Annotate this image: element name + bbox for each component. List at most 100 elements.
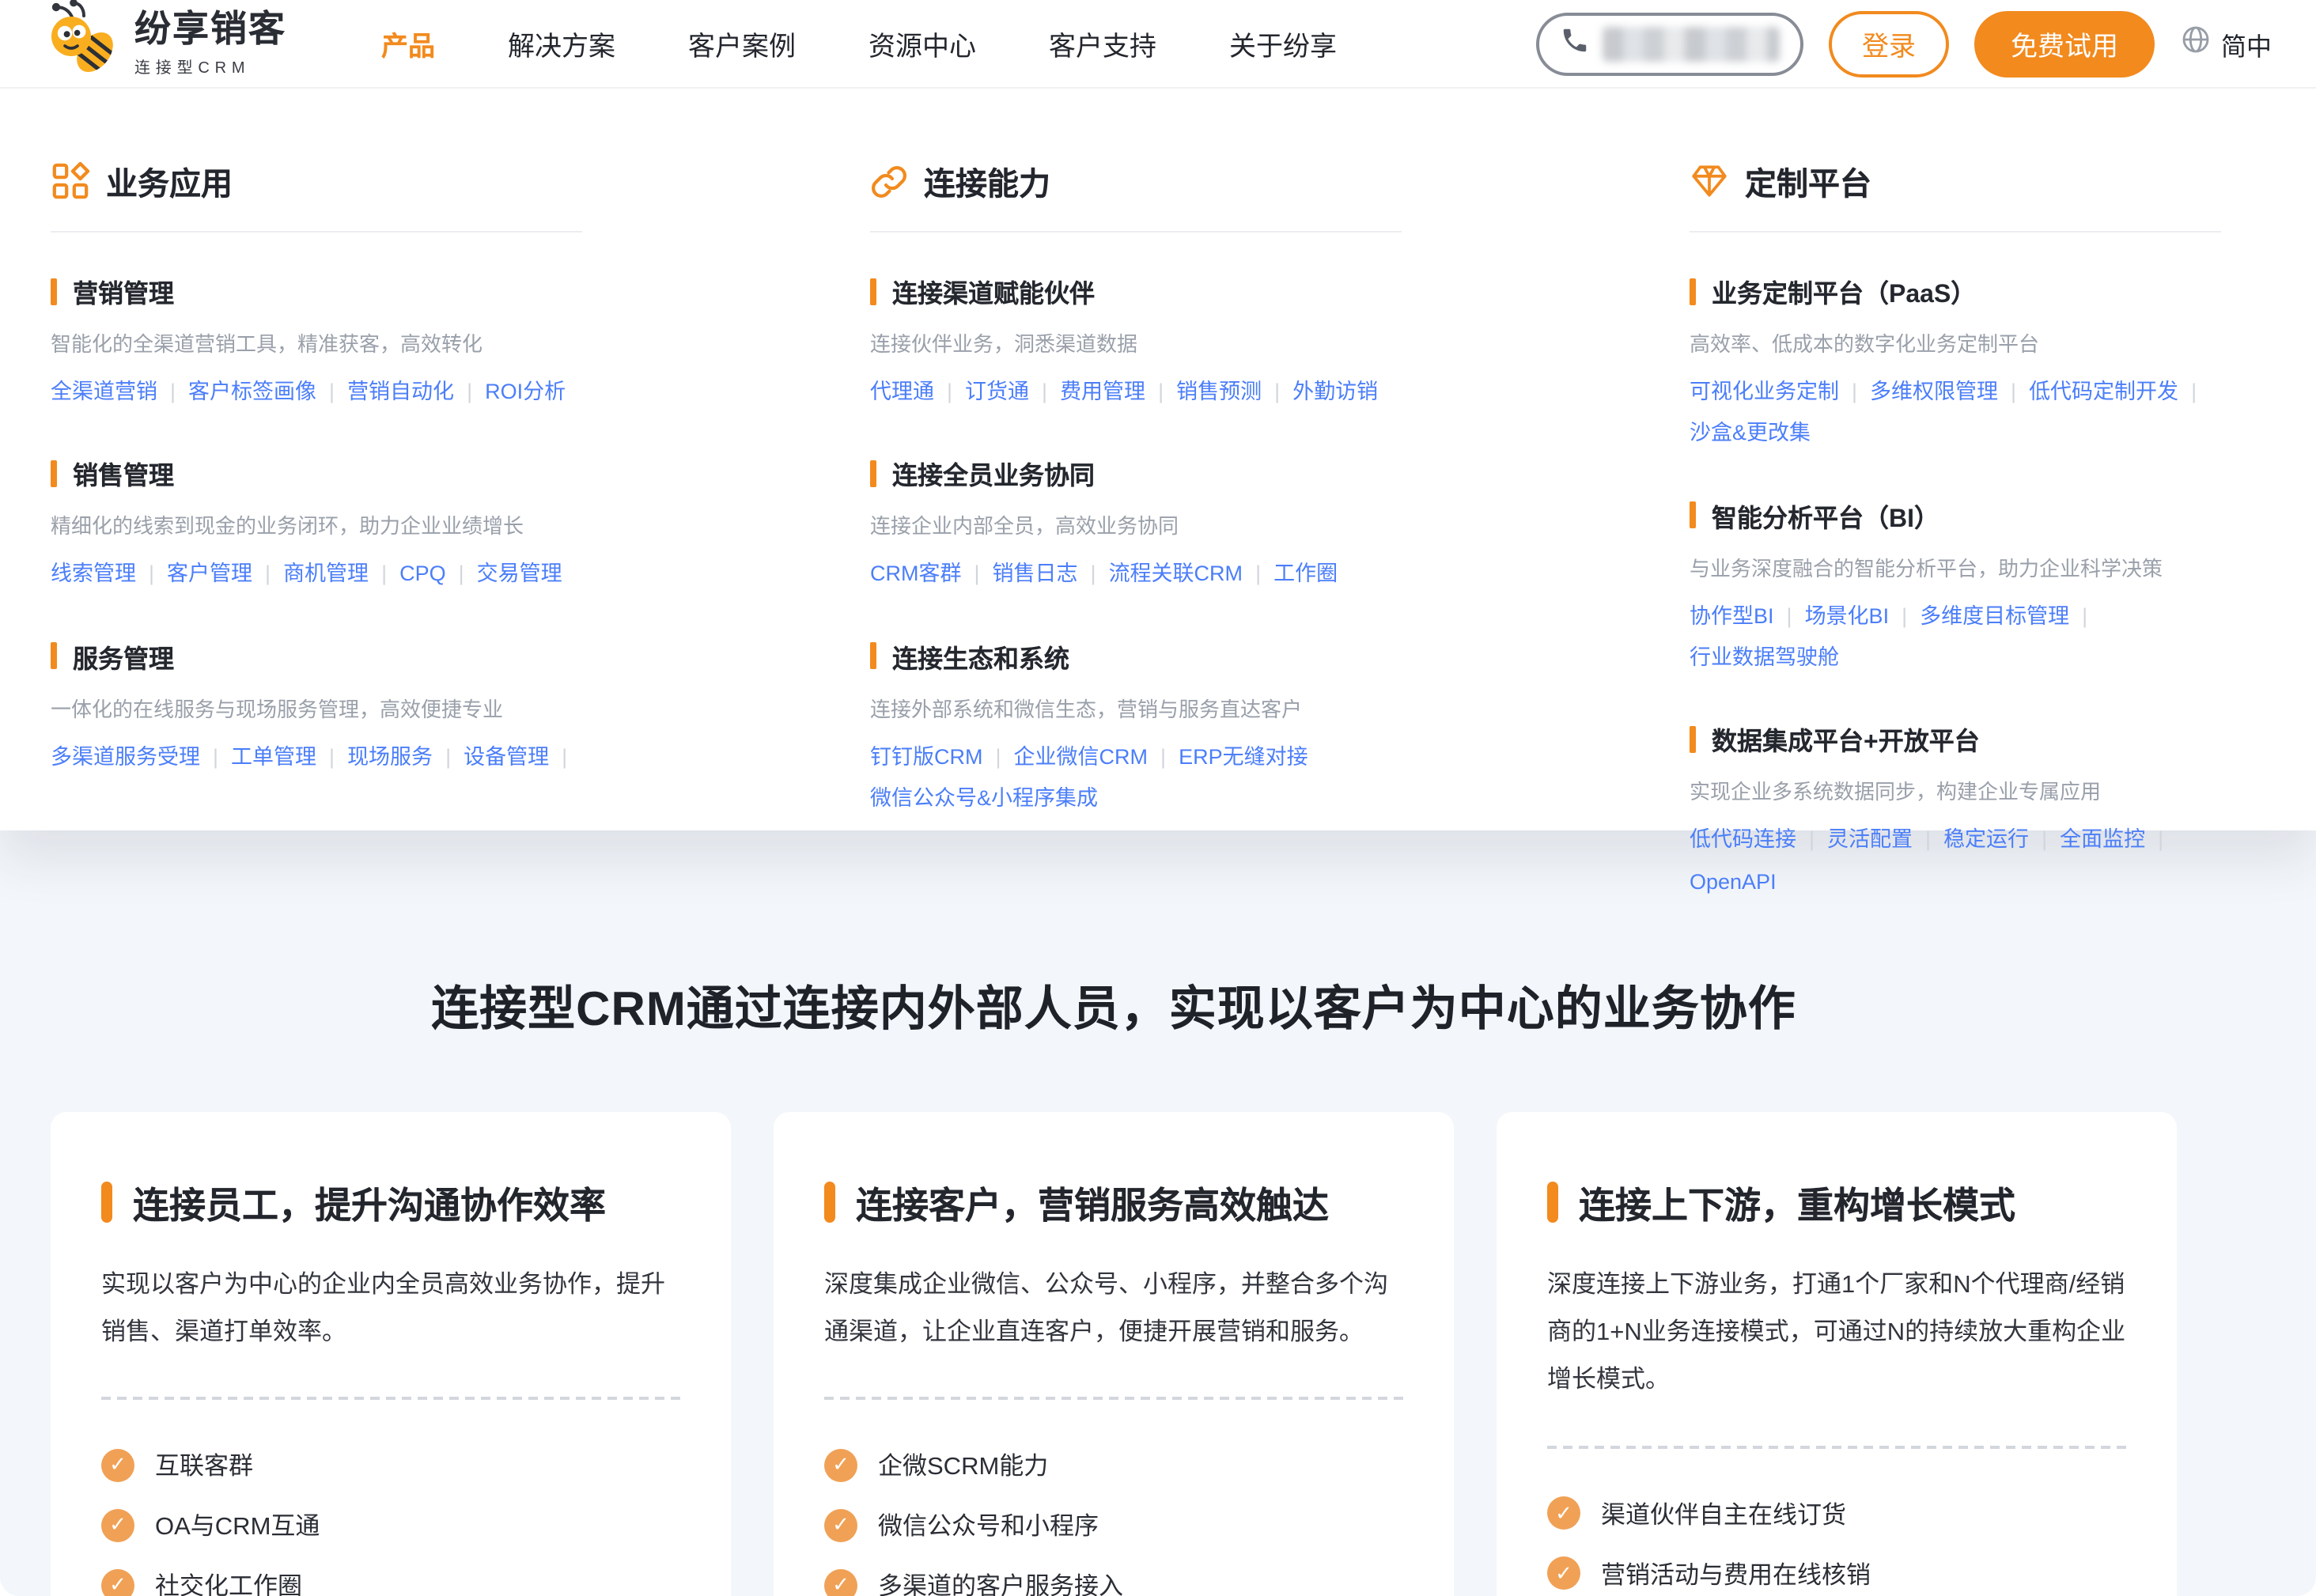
menu-link[interactable]: 现场服务 — [347, 744, 433, 768]
check-icon: ✓ — [824, 1509, 857, 1542]
menu-link[interactable]: 全渠道营销 — [51, 380, 157, 403]
menu-section-desc: 一体化的在线服务与现场服务管理，高效便捷专业 — [51, 692, 582, 722]
accent-bar — [1690, 726, 1696, 753]
language-switcher[interactable]: 简中 — [2180, 24, 2272, 63]
menu-link[interactable]: 企业微信CRM — [1014, 744, 1149, 768]
card-list-item: ✓渠道伙伴自主在线订货 — [1547, 1496, 2126, 1530]
menu-section-title[interactable]: 连接全员业务协同 — [870, 455, 1402, 493]
menu-link[interactable]: 代理通 — [870, 380, 934, 403]
menu-section-desc: 连接外部系统和微信生态，营销与服务直达客户 — [870, 692, 1402, 722]
card-list-item: ✓社交化工作圈 — [101, 1568, 680, 1596]
menu-link[interactable]: 沙盒&更改集 — [1690, 422, 1811, 445]
nav-item-3[interactable]: 客户案例 — [688, 24, 796, 63]
menu-section-desc: 与业务深度融合的智能分析平台，助力企业科学决策 — [1690, 551, 2221, 581]
menu-link[interactable]: CRM客群 — [870, 562, 962, 586]
menu-link[interactable]: 低代码定制开发 — [2029, 380, 2178, 403]
menu-link[interactable]: 费用管理 — [1060, 380, 1145, 403]
nav-item-2[interactable]: 解决方案 — [508, 24, 615, 63]
globe-icon — [2180, 24, 2212, 63]
separator: | — [1852, 380, 1857, 403]
menu-section-links: 多渠道服务受理|工单管理|现场服务|设备管理| — [51, 736, 582, 778]
menu-link[interactable]: 销售日志 — [993, 562, 1078, 586]
menu-section-title[interactable]: 营销管理 — [51, 272, 582, 310]
card-feature-list: ✓渠道伙伴自主在线订货✓营销活动与费用在线核销✓上下游深度协作 — [1547, 1496, 2126, 1596]
menu-link[interactable]: ROI分析 — [485, 380, 566, 403]
menu-section-title[interactable]: 服务管理 — [51, 637, 582, 675]
menu-link[interactable]: 交易管理 — [477, 562, 562, 586]
nav-item-5[interactable]: 客户支持 — [1049, 24, 1156, 63]
separator: | — [562, 744, 567, 768]
section-heading: 连接型CRM通过连接内外部人员，实现以客户为中心的业务协作 — [51, 970, 2177, 1039]
dashed-divider — [824, 1397, 1403, 1401]
card-desc: 深度连接上下游业务，打通1个厂家和N个代理商/经销商的1+N业务连接模式，可通过… — [1547, 1262, 2126, 1405]
menu-section-title[interactable]: 连接渠道赋能伙伴 — [870, 272, 1402, 310]
menu-link[interactable]: 灵活配置 — [1827, 828, 1913, 852]
menu-link[interactable]: 低代码连接 — [1690, 828, 1796, 852]
menu-link[interactable]: 工单管理 — [231, 744, 316, 768]
divider — [51, 231, 582, 233]
free-trial-button[interactable]: 免费试用 — [1974, 10, 2155, 77]
card-title: 连接上下游，重构增长模式 — [1579, 1175, 2015, 1229]
menu-link[interactable]: 设备管理 — [464, 744, 549, 768]
menu-link[interactable]: 订货通 — [965, 380, 1029, 403]
nav-item-1[interactable]: 产品 — [381, 24, 435, 63]
menu-section: 服务管理一体化的在线服务与现场服务管理，高效便捷专业多渠道服务受理|工单管理|现… — [51, 637, 582, 778]
menu-section-links: 线索管理|客户管理|商机管理|CPQ|交易管理 — [51, 554, 582, 596]
separator: | — [1160, 744, 1166, 768]
menu-link[interactable]: 可视化业务定制 — [1690, 380, 1839, 403]
menu-section-title[interactable]: 销售管理 — [51, 455, 582, 493]
menu-link[interactable]: 多维权限管理 — [1870, 380, 1998, 403]
phone-pill[interactable] — [1536, 12, 1803, 75]
nav-links: 产品 解决方案 客户案例 资源中心 客户支持 关于纷享 — [381, 24, 1337, 63]
menu-link[interactable]: 微信公众号&小程序集成 — [870, 786, 1098, 810]
menu-link[interactable]: 协作型BI — [1690, 603, 1774, 627]
card-list-item: ✓企微SCRM能力 — [824, 1448, 1403, 1483]
check-icon: ✓ — [101, 1449, 134, 1482]
gem-icon — [1690, 161, 1729, 201]
menu-link[interactable]: 流程关联CRM — [1109, 562, 1243, 586]
menu-section-title[interactable]: 智能分析平台（BI） — [1690, 496, 2221, 534]
menu-link[interactable]: CPQ — [399, 562, 446, 586]
menu-link[interactable]: 客户管理 — [167, 562, 252, 586]
nav-item-4[interactable]: 资源中心 — [868, 24, 976, 63]
grid-diamond-icon — [51, 161, 90, 201]
menu-section-title[interactable]: 数据集成平台+开放平台 — [1690, 720, 2221, 758]
menu-link[interactable]: 商机管理 — [283, 562, 369, 586]
card-title: 连接员工，提升沟通协作效率 — [133, 1175, 606, 1229]
menu-section-title[interactable]: 连接生态和系统 — [870, 637, 1402, 675]
brand-logo[interactable]: 纷享销客 连接型CRM — [47, 0, 286, 87]
menu-section: 连接渠道赋能伙伴连接伙伴业务，洞悉渠道数据代理通|订货通|费用管理|销售预测|外… — [870, 272, 1402, 414]
menu-link[interactable]: 多渠道服务受理 — [51, 744, 200, 768]
menu-link[interactable]: OpenAPI — [1690, 869, 1777, 893]
menu-link[interactable]: 客户标签画像 — [188, 380, 316, 403]
menu-column: 连接能力连接渠道赋能伙伴连接伙伴业务，洞悉渠道数据代理通|订货通|费用管理|销售… — [870, 158, 1402, 944]
accent-bar — [1690, 278, 1696, 304]
menu-link[interactable]: 营销自动化 — [347, 380, 454, 403]
menu-link[interactable]: ERP无缝对接 — [1179, 744, 1308, 768]
menu-column-title: 连接能力 — [924, 158, 1050, 204]
card-title-row: 连接员工，提升沟通协作效率 — [101, 1175, 680, 1229]
menu-link[interactable]: 全面监控 — [2060, 828, 2145, 852]
menu-link[interactable]: 稳定运行 — [1943, 828, 2029, 852]
menu-link[interactable]: 场景化BI — [1805, 603, 1890, 627]
feature-card: 连接客户，营销服务高效触达深度集成企业微信、公众号、小程序，并整合多个沟通渠道，… — [774, 1112, 1454, 1596]
menu-section-links: 代理通|订货通|费用管理|销售预测|外勤访销 — [870, 372, 1402, 414]
check-icon: ✓ — [824, 1449, 857, 1482]
menu-link[interactable]: 外勤访销 — [1292, 380, 1378, 403]
card-desc: 实现以客户为中心的企业内全员高效业务协作，提升销售、渠道打单效率。 — [101, 1262, 680, 1358]
menu-link[interactable]: 钉钉版CRM — [870, 744, 983, 768]
separator: | — [170, 380, 176, 403]
menu-link[interactable]: 工作圈 — [1273, 562, 1338, 586]
link-icon — [870, 162, 908, 200]
separator: | — [1274, 380, 1280, 403]
card-title-row: 连接上下游，重构增长模式 — [1547, 1175, 2126, 1229]
menu-link[interactable]: 多维度目标管理 — [1920, 603, 2069, 627]
nav-item-6[interactable]: 关于纷享 — [1229, 24, 1337, 63]
menu-link[interactable]: 行业数据驾驶舱 — [1690, 645, 1839, 669]
menu-link[interactable]: 线索管理 — [51, 562, 136, 586]
bee-logo-icon — [47, 0, 120, 87]
menu-section-title[interactable]: 业务定制平台（PaaS） — [1690, 272, 2221, 310]
menu-link[interactable]: 销售预测 — [1176, 380, 1262, 403]
login-button[interactable]: 登录 — [1829, 10, 1949, 77]
products-mega-menu: 业务应用营销管理智能化的全渠道营销工具，精准获客，高效转化全渠道营销|客户标签画… — [0, 89, 2316, 830]
